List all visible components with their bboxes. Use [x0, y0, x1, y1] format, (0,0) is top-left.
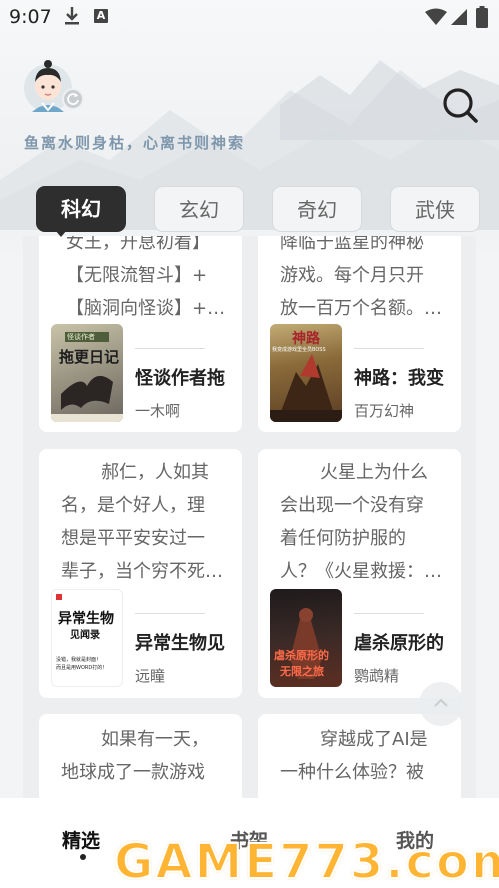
- tab-wuxia[interactable]: 武侠: [390, 186, 480, 232]
- book-cover: 异常生物 见闻录 没错，我就是封面！ 而且是用WORD打的！: [51, 589, 123, 687]
- book-info[interactable]: 异常生物 见闻录 没错，我就是封面！ 而且是用WORD打的！ 异常生物见 远瞳: [51, 589, 241, 687]
- download-icon: [65, 7, 79, 25]
- book-info[interactable]: 虐杀原形的 无限之旅 虐杀原形的 鹦鹉精: [270, 589, 460, 687]
- wifi-icon: [425, 8, 447, 25]
- book-title: 怪谈作者拖: [135, 368, 225, 389]
- book-intro: 火星上为什么 会出现一个没有穿 着任何防护服的 人？《火星救援：…: [280, 462, 442, 582]
- book-cover: 怪谈作者 拖更日记: [51, 324, 123, 422]
- search-icon[interactable]: [441, 86, 479, 124]
- category-tabs[interactable]: 科幻 玄幻 奇幻 武侠: [0, 186, 499, 237]
- book-feed[interactable]: 女王，开息初看】 【无限流智斗】+ 【脑洞向怪谈】+… 怪谈作者 拖更日记 怪谈…: [23, 236, 476, 854]
- book-title: 虐杀原形的: [354, 633, 444, 654]
- nav-featured[interactable]: 精选: [62, 826, 100, 853]
- signal-icon: [451, 9, 467, 25]
- book-title: 神路：我变: [354, 368, 444, 389]
- a-notification-icon: A: [94, 9, 108, 23]
- book-intro: 穿越成了AI是 一种什么体验？被: [280, 729, 428, 783]
- site-watermark: GAME773.com: [113, 833, 499, 888]
- book-author: 一木啊: [135, 402, 181, 420]
- book-cover: 虐杀原形的 无限之旅: [270, 589, 342, 687]
- book-author: 鹦鹉精: [354, 667, 400, 685]
- book-intro: 降临于蓝星的神秘 游戏。每个月只开 放一百万个名额。…: [280, 236, 442, 319]
- tab-indicator: [55, 230, 67, 237]
- motto-text: 鱼离水则身枯，心离书则神索: [24, 134, 246, 152]
- scroll-to-top-button[interactable]: [419, 682, 463, 726]
- tab-sci-fi[interactable]: 科幻: [36, 186, 126, 232]
- book-card[interactable]: 火星上为什么 会出现一个没有穿 着任何防护服的 人？《火星救援：… 虐杀原形的 …: [258, 449, 461, 698]
- book-card[interactable]: 郝仁，人如其 名，是个好人，理 想是平平安安过一 辈子，当个穷不死… 异常生物 …: [39, 449, 242, 698]
- book-card[interactable]: 女王，开息初看】 【无限流智斗】+ 【脑洞向怪谈】+… 怪谈作者 拖更日记 怪谈…: [39, 236, 242, 432]
- book-info[interactable]: 神路 我变成游戏里全员BOSS 神路：我变 百万幻神: [270, 324, 460, 422]
- book-card[interactable]: 降临于蓝星的神秘 游戏。每个月只开 放一百万个名额。… 神路 我变成游戏里全员B…: [258, 236, 461, 432]
- status-bar: 9:07 A: [0, 0, 499, 34]
- chevron-up-icon: [434, 698, 448, 707]
- refresh-icon[interactable]: [62, 88, 84, 110]
- book-info[interactable]: 怪谈作者 拖更日记 怪谈作者拖 一木啊: [51, 324, 241, 422]
- book-cover: 神路 我变成游戏里全员BOSS: [270, 324, 342, 422]
- nav-active-dot: [80, 854, 86, 860]
- tab-fantasy[interactable]: 奇幻: [272, 186, 362, 232]
- battery-icon: [476, 6, 488, 28]
- book-intro: 如果有一天， 地球成了一款游戏: [61, 729, 209, 783]
- book-author: 百万幻神: [354, 402, 415, 420]
- tab-xuanhuan[interactable]: 玄幻: [154, 186, 244, 232]
- book-title: 异常生物见: [135, 633, 225, 654]
- book-author: 远瞳: [135, 667, 166, 685]
- book-intro: 女王，开息初看】 【无限流智斗】+ 【脑洞向怪谈】+…: [66, 236, 226, 319]
- status-time: 9:07: [9, 6, 52, 28]
- book-intro: 郝仁，人如其 名，是个好人，理 想是平平安安过一 辈子，当个穷不死…: [61, 462, 223, 582]
